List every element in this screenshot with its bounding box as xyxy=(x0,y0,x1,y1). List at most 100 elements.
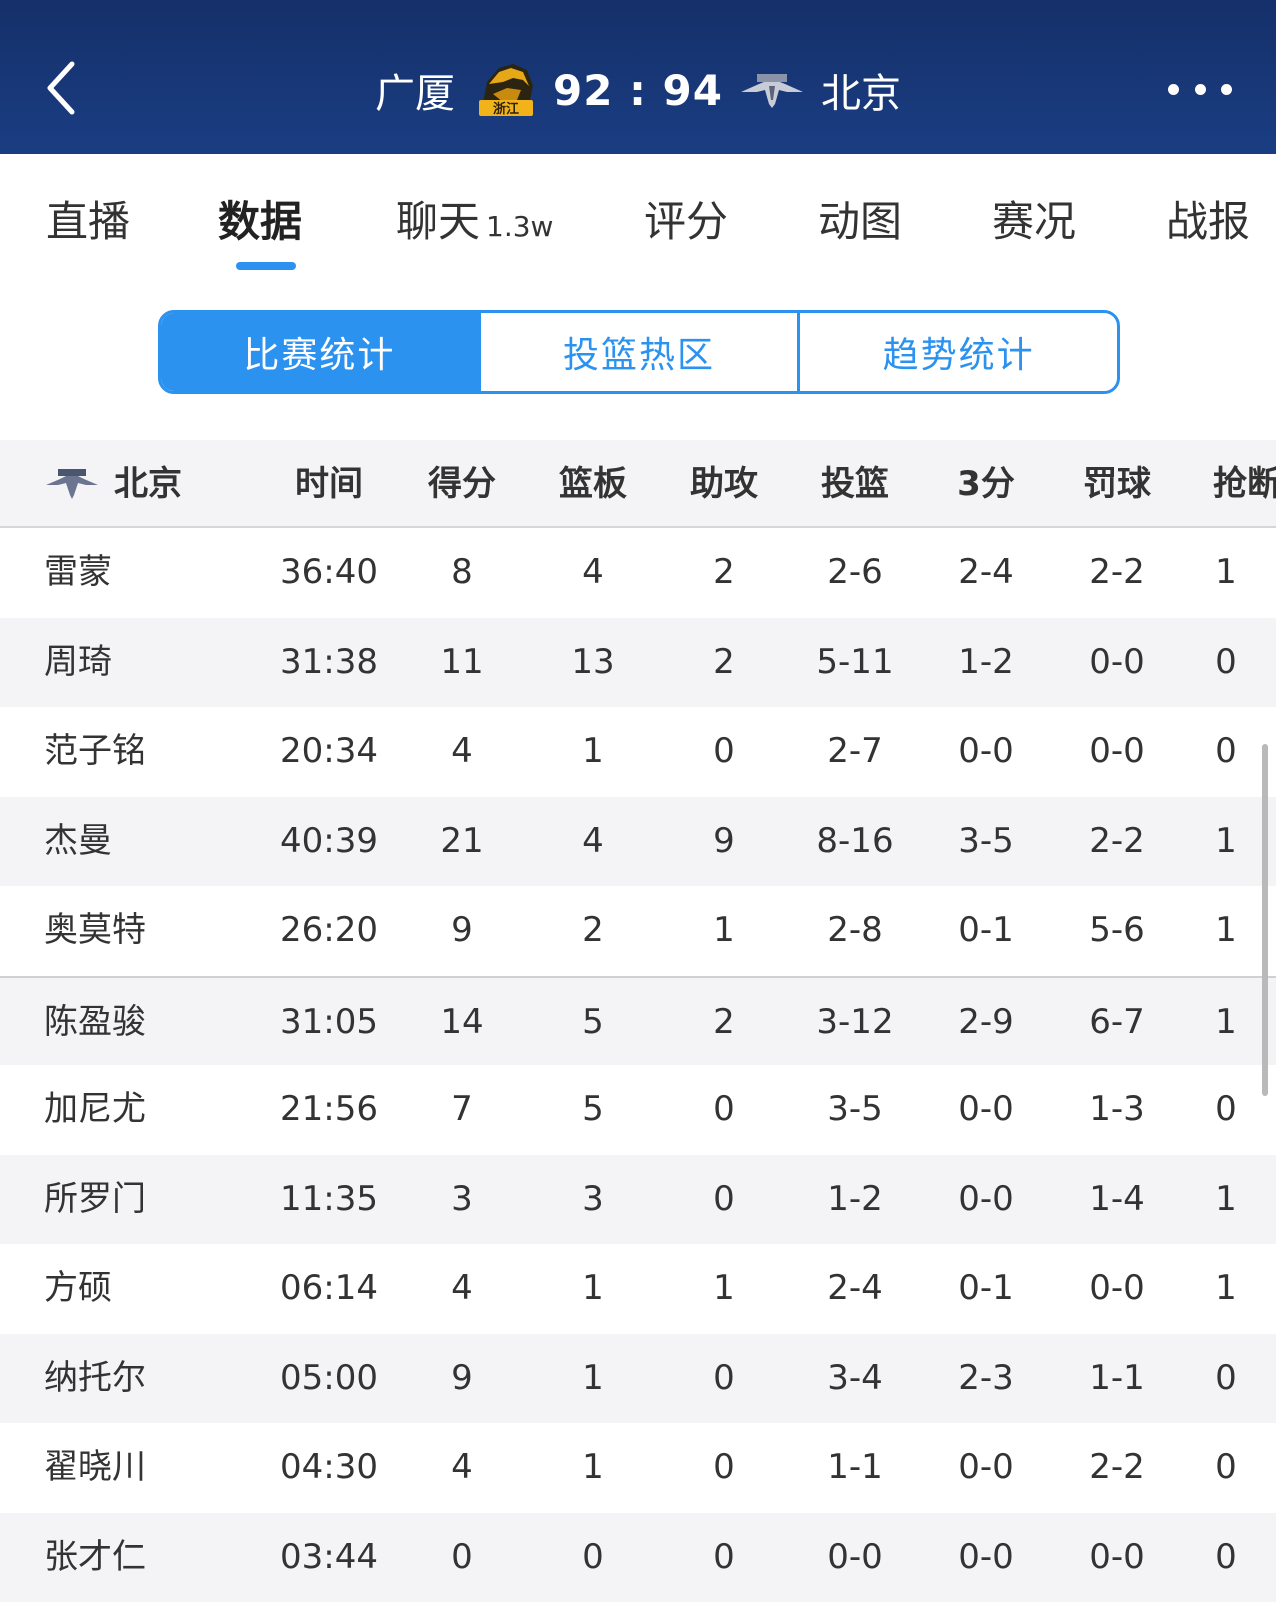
player-name[interactable]: 所罗门 xyxy=(44,1155,146,1245)
home-team-name: 广厦 xyxy=(375,71,456,117)
stat-time: 21:56 xyxy=(280,1089,378,1129)
tab-bar: 直播 数据 聊天 1.3w 评分 动图 赛况 战报 xyxy=(0,154,1276,284)
team-logo-icon xyxy=(46,469,98,499)
scrollbar[interactable] xyxy=(1262,744,1268,1096)
table-row[interactable]: 翟晓川 04:30 4 1 0 1-1 0-0 2-2 0 xyxy=(0,1423,1276,1513)
stat-3pt: 2-3 xyxy=(958,1357,1014,1398)
stat-ft: 2-2 xyxy=(1089,1447,1145,1487)
stat-time: 40:39 xyxy=(280,820,378,861)
stat-fg: 2-6 xyxy=(827,552,883,592)
stat-points: 0 xyxy=(451,1536,473,1577)
active-tab-indicator xyxy=(236,262,296,270)
stat-steals: 1 xyxy=(1215,910,1237,950)
stat-steals: 0 xyxy=(1215,1447,1237,1487)
segment-trend-stats[interactable]: 趋势统计 xyxy=(800,313,1117,391)
stat-rebounds: 4 xyxy=(582,552,604,592)
tab-chat[interactable]: 聊天 1.3w xyxy=(396,188,553,249)
stat-steals: 0 xyxy=(1215,1357,1237,1398)
stat-3pt: 0-1 xyxy=(958,910,1014,950)
stat-3pt: 0-0 xyxy=(958,731,1014,771)
stat-points: 9 xyxy=(451,910,473,950)
player-name[interactable]: 张才仁 xyxy=(44,1513,146,1603)
tab-report[interactable]: 战报 xyxy=(1166,188,1250,249)
segment-shot-chart[interactable]: 投篮热区 xyxy=(481,313,801,391)
player-name[interactable]: 范子铭 xyxy=(44,707,146,797)
tab-rating[interactable]: 评分 xyxy=(644,188,728,249)
stat-assists: 2 xyxy=(713,1001,735,1042)
table-row[interactable]: 加尼尤 21:56 7 5 0 3-5 0-0 1-3 0 xyxy=(0,1065,1276,1155)
stat-ft: 0-0 xyxy=(1089,641,1145,682)
stat-steals: 0 xyxy=(1215,731,1237,771)
stat-assists: 0 xyxy=(713,1447,735,1487)
match-score: 广厦 浙江 92 : 94 北京 xyxy=(0,58,1276,122)
stat-fg: 1-2 xyxy=(827,1178,883,1219)
stat-points: 14 xyxy=(440,1001,484,1042)
stat-assists: 1 xyxy=(713,910,735,950)
table-row[interactable]: 方硕 06:14 4 1 1 2-4 0-1 0-0 1 xyxy=(0,1244,1276,1334)
player-name[interactable]: 纳托尔 xyxy=(44,1334,146,1424)
col-header-assists[interactable]: 助攻 xyxy=(669,440,779,528)
stat-ft: 5-6 xyxy=(1089,910,1145,950)
stat-fg: 3-5 xyxy=(827,1089,883,1129)
stat-fg: 2-4 xyxy=(827,1268,883,1308)
stat-points: 4 xyxy=(451,731,473,771)
more-options-icon[interactable] xyxy=(1168,78,1232,100)
col-header-ft[interactable]: 罚球 xyxy=(1062,440,1172,528)
stat-ft: 1-3 xyxy=(1089,1089,1145,1129)
stat-3pt: 3-5 xyxy=(958,820,1014,861)
player-name[interactable]: 方硕 xyxy=(44,1244,112,1334)
stat-3pt: 0-1 xyxy=(958,1268,1014,1308)
col-header-points[interactable]: 得分 xyxy=(407,440,517,528)
score-text: 92 : 94 xyxy=(553,65,723,115)
stat-time: 06:14 xyxy=(280,1268,378,1308)
player-name[interactable]: 加尼尤 xyxy=(44,1065,146,1155)
col-header-3pt[interactable]: 3分 xyxy=(931,440,1041,528)
col-header-steals[interactable]: 抢断 xyxy=(1213,440,1276,528)
table-row[interactable]: 奥莫特 26:20 9 2 1 2-8 0-1 5-6 1 xyxy=(0,886,1276,976)
tab-data[interactable]: 数据 xyxy=(218,188,302,249)
stat-ft: 1-4 xyxy=(1089,1178,1145,1219)
stat-points: 7 xyxy=(451,1089,473,1129)
tab-live[interactable]: 直播 xyxy=(46,188,130,249)
stat-rebounds: 5 xyxy=(582,1001,604,1042)
table-row[interactable]: 杰曼 40:39 21 4 9 8-16 3-5 2-2 1 xyxy=(0,796,1276,887)
table-row[interactable]: 范子铭 20:34 4 1 0 2-7 0-0 0-0 0 xyxy=(0,707,1276,797)
stat-points: 9 xyxy=(451,1357,473,1398)
stat-assists: 0 xyxy=(713,1089,735,1129)
col-header-rebounds[interactable]: 篮板 xyxy=(538,440,648,528)
stat-steals: 1 xyxy=(1215,1268,1237,1308)
tab-gifs[interactable]: 动图 xyxy=(818,188,902,249)
stat-steals: 1 xyxy=(1215,1178,1237,1219)
stat-points: 11 xyxy=(440,641,484,682)
stat-steals: 0 xyxy=(1215,1536,1237,1577)
stat-points: 21 xyxy=(440,820,484,861)
table-row[interactable]: 雷蒙 36:40 8 4 2 2-6 2-4 2-2 1 xyxy=(0,528,1276,618)
stat-rebounds: 1 xyxy=(582,1268,604,1308)
table-row[interactable]: 所罗门 11:35 3 3 0 1-2 0-0 1-4 1 xyxy=(0,1154,1276,1245)
stat-rebounds: 1 xyxy=(582,1447,604,1487)
player-name[interactable]: 翟晓川 xyxy=(44,1423,146,1513)
stat-steals: 1 xyxy=(1215,820,1237,861)
stat-fg: 3-12 xyxy=(816,1001,894,1042)
col-header-fg[interactable]: 投篮 xyxy=(800,440,910,528)
stat-time: 20:34 xyxy=(280,731,378,771)
table-row[interactable]: 张才仁 03:44 0 0 0 0-0 0-0 0-0 0 xyxy=(0,1512,1276,1603)
stat-ft: 6-7 xyxy=(1089,1001,1145,1042)
player-name[interactable]: 雷蒙 xyxy=(44,528,112,618)
table-row[interactable]: 纳托尔 05:00 9 1 0 3-4 2-3 1-1 0 xyxy=(0,1333,1276,1424)
table-row[interactable]: 周琦 31:38 11 13 2 5-11 1-2 0-0 0 xyxy=(0,617,1276,708)
tab-game-status[interactable]: 赛况 xyxy=(992,188,1076,249)
player-name[interactable]: 陈盈骏 xyxy=(44,978,146,1068)
home-team-logo-icon: 浙江 xyxy=(479,64,534,117)
player-name[interactable]: 奥莫特 xyxy=(44,886,146,976)
table-row[interactable]: 陈盈骏 31:05 14 5 2 3-12 2-9 6-7 1 xyxy=(0,975,1276,1068)
stat-fg: 2-8 xyxy=(827,910,883,950)
col-header-time[interactable]: 时间 xyxy=(274,440,384,528)
stat-time: 03:44 xyxy=(280,1536,378,1577)
segment-game-stats[interactable]: 比赛统计 xyxy=(161,313,481,391)
stat-points: 4 xyxy=(451,1268,473,1308)
chat-count: 1.3w xyxy=(486,210,554,243)
player-name[interactable]: 杰曼 xyxy=(44,797,112,887)
player-name[interactable]: 周琦 xyxy=(44,618,112,708)
stat-assists: 2 xyxy=(713,641,735,682)
